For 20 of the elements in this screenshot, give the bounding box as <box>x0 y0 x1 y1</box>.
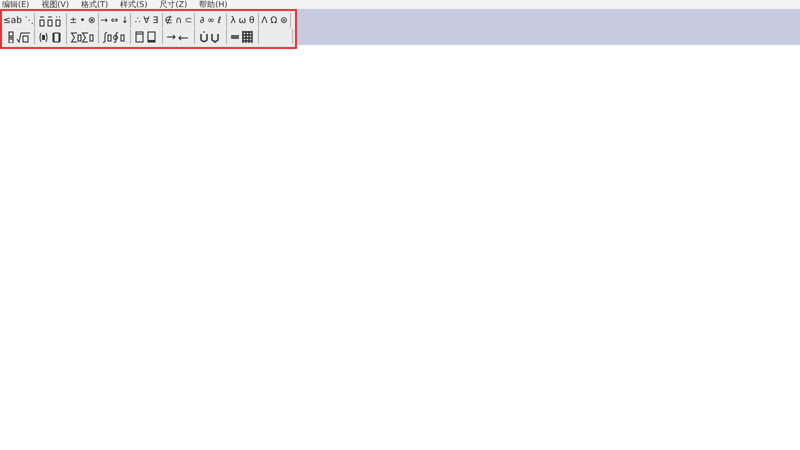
fraction-root-icon <box>6 30 31 42</box>
menu-item[interactable]: 尺寸(Z) <box>159 0 188 9</box>
symbol-group-button[interactable]: ≤ab ⋱ <box>3 13 35 28</box>
menu-item[interactable]: 帮助(H) <box>199 0 228 9</box>
summation-icon <box>70 30 95 42</box>
symbol-group-button[interactable]: λ ω θ <box>227 13 259 28</box>
menu-item[interactable]: 样式(S) <box>120 0 148 9</box>
menu-item[interactable]: 编辑(E) <box>2 0 30 9</box>
menu-item[interactable]: 视图(V) <box>41 0 70 9</box>
symbol-group-button[interactable]: ± • ⊗ <box>67 13 99 28</box>
symbol-group-button[interactable]: → ⇔ ↓ <box>99 13 131 28</box>
symbol-group-button[interactable]: ∴ ∀ ∃ <box>131 13 163 28</box>
matrix-icon <box>230 30 255 42</box>
symbol-group-button[interactable]: ∉ ∩ ⊂ <box>163 13 195 28</box>
accent-template-icon <box>38 14 63 26</box>
menu-item[interactable]: 格式(T) <box>81 0 108 9</box>
symbol-group-button[interactable]: Λ Ω ⊛ <box>259 13 291 28</box>
symbol-group-button[interactable]: ∂ ∞ ℓ <box>195 13 227 28</box>
integral-icon <box>102 30 127 42</box>
bracket-icon <box>38 30 63 42</box>
